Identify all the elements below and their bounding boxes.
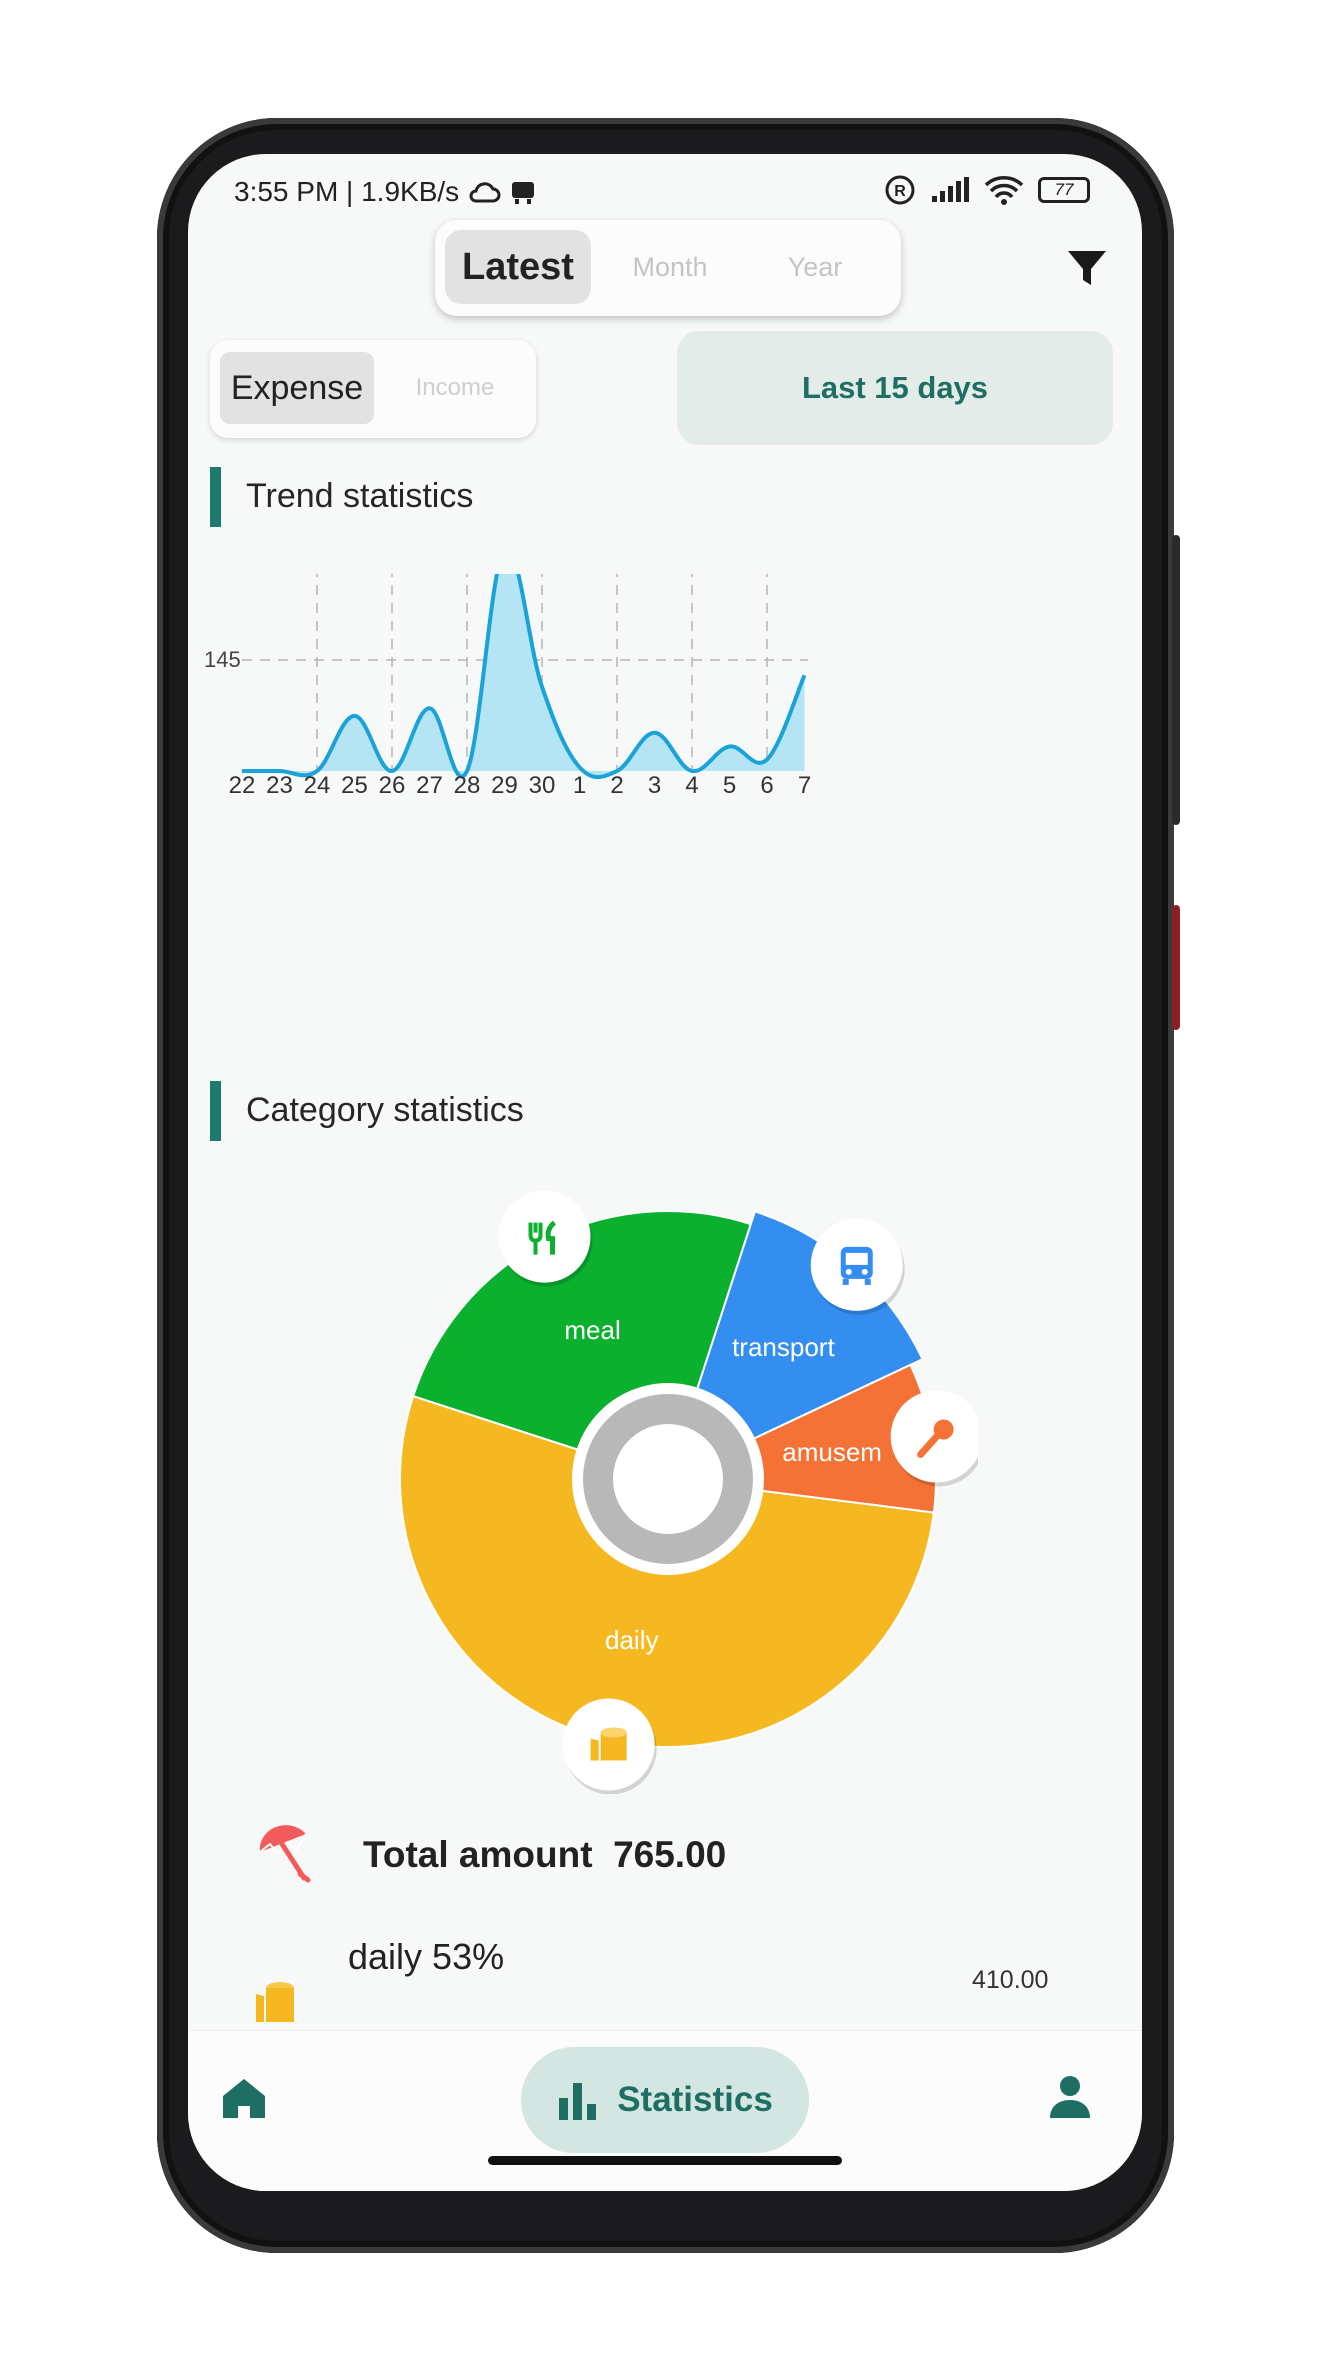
status-bar-left: 3:55 PM | 1.9KB/s xyxy=(234,176,537,208)
category-row-amount: 410.00 xyxy=(972,1966,1049,1994)
pie-label-daily: daily xyxy=(605,1625,658,1655)
x-tick-label: 25 xyxy=(341,772,368,799)
y-tick-label: 145 xyxy=(204,647,241,672)
category-section-title: Category statistics xyxy=(246,1091,524,1129)
x-tick-label: 1 xyxy=(573,772,586,799)
status-time-speed: 3:55 PM | 1.9KB/s xyxy=(234,176,460,207)
x-tick-label: 7 xyxy=(798,772,811,799)
tab-year[interactable]: Year xyxy=(750,230,880,304)
x-tick-label: 30 xyxy=(529,772,556,799)
pie-label-transport: transport xyxy=(732,1332,835,1362)
svg-text:R: R xyxy=(894,183,906,200)
notification-icon xyxy=(512,182,535,204)
type-selector: Expense Income xyxy=(210,340,536,438)
x-tick-label: 24 xyxy=(304,772,331,799)
volume-button xyxy=(1172,535,1180,825)
cloud-icon xyxy=(469,182,501,203)
total-amount-label: Total amount xyxy=(363,1834,593,1875)
x-tick-label: 2 xyxy=(610,772,623,799)
filter-icon[interactable] xyxy=(1066,248,1108,290)
x-tick-label: 29 xyxy=(491,772,518,799)
trend-chart: 1452902223242526272829301234567 xyxy=(204,574,811,799)
x-tick-label: 6 xyxy=(760,772,773,799)
person-icon[interactable] xyxy=(1048,2074,1092,2120)
statistics-tab[interactable]: Statistics xyxy=(521,2047,809,2153)
status-bar-right: R 77 xyxy=(884,174,1090,206)
x-tick-label: 5 xyxy=(723,772,736,799)
tissue-roll-icon xyxy=(256,1982,294,2022)
bar-chart-icon xyxy=(559,2083,597,2120)
category-section-bar xyxy=(210,1081,221,1141)
tab-expense[interactable]: Expense xyxy=(220,352,374,424)
home-indicator xyxy=(488,2156,842,2165)
tab-month[interactable]: Month xyxy=(605,230,735,304)
total-amount-value: 765.00 xyxy=(613,1834,727,1875)
total-amount: Total amount 765.00 xyxy=(363,1834,726,1876)
x-tick-label: 26 xyxy=(379,772,406,799)
x-tick-label: 22 xyxy=(229,772,256,799)
category-row-name: daily 53% xyxy=(348,1936,505,1977)
statistics-tab-label: Statistics xyxy=(617,2080,773,2119)
battery-indicator: 77 xyxy=(1038,177,1090,203)
trend-section-title: Trend statistics xyxy=(246,477,474,515)
tab-latest[interactable]: Latest xyxy=(445,230,591,304)
category-pie-chart: meal transport amusem daily xyxy=(399,1190,978,1794)
app-screen: 3:55 PM | 1.9KB/s R 77 Latest Month Year… xyxy=(188,154,1142,2191)
period-selector: Latest Month Year xyxy=(435,220,901,316)
x-tick-label: 3 xyxy=(648,772,661,799)
umbrella-icon xyxy=(259,1825,311,1883)
pie-label-amusem: amusem xyxy=(782,1437,882,1467)
trend-section-bar xyxy=(210,467,221,527)
power-button xyxy=(1172,905,1180,1030)
wifi-icon xyxy=(984,176,1024,205)
tab-income[interactable]: Income xyxy=(388,352,522,424)
x-tick-label: 27 xyxy=(416,772,443,799)
signal-icon xyxy=(932,177,969,202)
registered-icon: R xyxy=(885,175,915,205)
x-tick-label: 23 xyxy=(266,772,293,799)
pie-label-meal: meal xyxy=(564,1315,620,1345)
list-item[interactable]: daily 53% 410.00 xyxy=(188,1934,1142,2034)
home-icon[interactable] xyxy=(221,2076,267,2120)
x-tick-label: 4 xyxy=(685,772,698,799)
x-tick-label: 28 xyxy=(454,772,481,799)
date-range-button[interactable]: Last 15 days xyxy=(677,331,1113,445)
